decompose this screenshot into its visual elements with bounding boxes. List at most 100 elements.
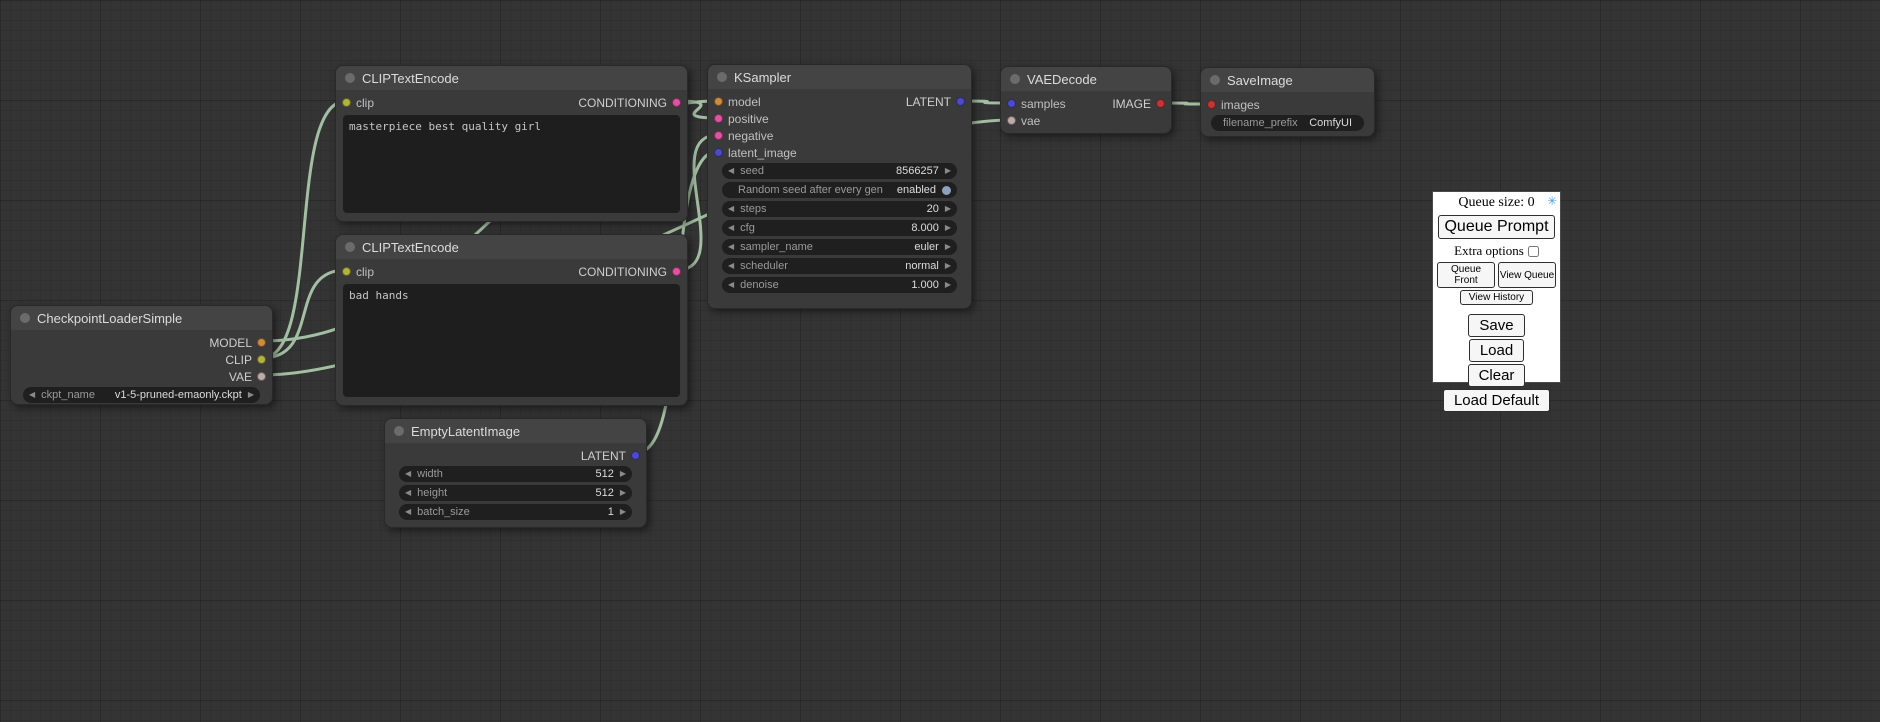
output-label-conditioning: CONDITIONING <box>578 96 667 110</box>
next-value-icon[interactable]: ▶ <box>945 167 951 175</box>
next-value-icon[interactable]: ▶ <box>945 262 951 270</box>
node-title-bar[interactable]: CLIPTextEncode <box>336 235 687 259</box>
node-ksampler[interactable]: KSampler model LATENT positive <box>707 64 972 309</box>
node-title-bar[interactable]: KSampler <box>708 65 971 89</box>
node-collapse-icon[interactable] <box>717 72 727 82</box>
widget-label: filename_prefix <box>1217 117 1298 129</box>
input-socket-positive[interactable] <box>714 114 723 123</box>
node-title-bar[interactable]: SaveImage <box>1201 68 1374 92</box>
output-socket-latent[interactable] <box>631 451 640 460</box>
widget-steps[interactable]: ◀ steps 20 ▶ <box>722 201 957 217</box>
clear-button[interactable]: Clear <box>1468 364 1526 387</box>
prompt-text-positive[interactable]: masterpiece best quality girl <box>343 115 680 213</box>
node-vaedecode[interactable]: VAEDecode samples IMAGE vae <box>1000 66 1172 134</box>
next-value-icon[interactable]: ▶ <box>945 243 951 251</box>
node-collapse-icon[interactable] <box>1010 74 1020 84</box>
widget-label: width <box>411 468 443 480</box>
input-label-vae: vae <box>1021 114 1040 128</box>
node-emptylatentimage[interactable]: EmptyLatentImage LATENT ◀ width 512 ▶ ◀ … <box>384 418 647 528</box>
widget-value: v1-5-pruned-emaonly.ckpt <box>115 389 248 401</box>
queue-size-label: Queue size: 0 <box>1458 195 1534 210</box>
input-socket-vae[interactable] <box>1007 116 1016 125</box>
input-socket-model[interactable] <box>714 97 723 106</box>
input-socket-latent-image[interactable] <box>714 148 723 157</box>
node-title: SaveImage <box>1227 73 1293 88</box>
widget-filename-prefix[interactable]: filename_prefix ComfyUI <box>1211 115 1364 131</box>
node-saveimage[interactable]: SaveImage images filename_prefix ComfyUI <box>1200 67 1375 137</box>
node-title-bar[interactable]: CheckpointLoaderSimple <box>11 306 272 330</box>
node-collapse-icon[interactable] <box>20 313 30 323</box>
output-socket-model[interactable] <box>257 338 266 347</box>
queue-front-button[interactable]: Queue Front <box>1437 262 1495 288</box>
output-socket-vae[interactable] <box>257 372 266 381</box>
input-socket-clip[interactable] <box>342 98 351 107</box>
node-checkpointloadersimple[interactable]: CheckpointLoaderSimple MODEL CLIP VAE <box>10 305 273 405</box>
node-title-bar[interactable]: EmptyLatentImage <box>385 419 646 443</box>
widget-cfg[interactable]: ◀ cfg 8.000 ▶ <box>722 220 957 236</box>
widget-batch-size[interactable]: ◀ batch_size 1 ▶ <box>399 504 632 520</box>
view-history-button[interactable]: View History <box>1460 290 1533 305</box>
next-value-icon[interactable]: ▶ <box>945 281 951 289</box>
extra-options-label: Extra options <box>1454 243 1524 259</box>
input-label-model: model <box>728 95 761 109</box>
output-socket-conditioning[interactable] <box>672 98 681 107</box>
node-title: EmptyLatentImage <box>411 424 520 439</box>
next-value-icon[interactable]: ▶ <box>945 205 951 213</box>
widget-ckpt-name[interactable]: ◀ ckpt_name v1-5-pruned-emaonly.ckpt ▶ <box>23 387 260 403</box>
input-socket-samples[interactable] <box>1007 99 1016 108</box>
output-socket-latent[interactable] <box>956 97 965 106</box>
node-title: KSampler <box>734 70 791 85</box>
node-collapse-icon[interactable] <box>345 73 355 83</box>
output-label-clip: CLIP <box>225 353 252 367</box>
node-collapse-icon[interactable] <box>1210 75 1220 85</box>
node-cliptextencode-negative[interactable]: CLIPTextEncode clip CONDITIONING bad han… <box>335 234 688 406</box>
output-socket-conditioning[interactable] <box>672 267 681 276</box>
widget-random-seed-toggle[interactable]: Random seed after every gen enabled <box>722 182 957 198</box>
widget-sampler-name[interactable]: ◀ sampler_name euler ▶ <box>722 239 957 255</box>
view-queue-button[interactable]: View Queue <box>1498 262 1556 288</box>
widget-label: steps <box>734 203 766 215</box>
next-value-icon[interactable]: ▶ <box>620 489 626 497</box>
output-socket-clip[interactable] <box>257 355 266 364</box>
node-collapse-icon[interactable] <box>345 242 355 252</box>
widget-value: normal <box>905 260 945 272</box>
load-default-button[interactable]: Load Default <box>1443 389 1550 412</box>
queue-prompt-button[interactable]: Queue Prompt <box>1438 215 1555 239</box>
input-label-images: images <box>1221 98 1260 112</box>
widget-value: 512 <box>595 487 619 499</box>
next-value-icon[interactable]: ▶ <box>945 224 951 232</box>
widget-value: 8.000 <box>911 222 945 234</box>
input-socket-negative[interactable] <box>714 131 723 140</box>
widget-height[interactable]: ◀ height 512 ▶ <box>399 485 632 501</box>
output-label-latent: LATENT <box>581 449 626 463</box>
load-button[interactable]: Load <box>1469 339 1524 362</box>
widget-label: denoise <box>734 279 779 291</box>
widget-label: height <box>411 487 447 499</box>
widget-width[interactable]: ◀ width 512 ▶ <box>399 466 632 482</box>
next-value-icon[interactable]: ▶ <box>620 508 626 516</box>
widget-value: 1 <box>608 506 620 518</box>
output-socket-image[interactable] <box>1156 99 1165 108</box>
toggle-value: enabled <box>897 184 942 196</box>
node-graph-canvas[interactable]: CheckpointLoaderSimple MODEL CLIP VAE <box>0 0 1880 722</box>
extra-options-checkbox[interactable] <box>1528 246 1539 257</box>
node-collapse-icon[interactable] <box>394 426 404 436</box>
prompt-text-negative[interactable]: bad hands <box>343 284 680 397</box>
widget-scheduler[interactable]: ◀ scheduler normal ▶ <box>722 258 957 274</box>
widget-seed[interactable]: ◀ seed 8566257 ▶ <box>722 163 957 179</box>
input-socket-images[interactable] <box>1207 100 1216 109</box>
input-socket-clip[interactable] <box>342 267 351 276</box>
save-button[interactable]: Save <box>1468 314 1524 337</box>
widget-value: euler <box>914 241 944 253</box>
node-title: CLIPTextEncode <box>362 71 459 86</box>
node-cliptextencode-positive[interactable]: CLIPTextEncode clip CONDITIONING masterp… <box>335 65 688 222</box>
next-value-icon[interactable]: ▶ <box>620 470 626 478</box>
widget-value: 8566257 <box>896 165 945 177</box>
node-title-bar[interactable]: VAEDecode <box>1001 67 1171 91</box>
settings-icon[interactable]: ✳ <box>1547 194 1557 208</box>
widget-value: ComfyUI <box>1309 117 1358 129</box>
node-title-bar[interactable]: CLIPTextEncode <box>336 66 687 90</box>
widget-denoise[interactable]: ◀ denoise 1.000 ▶ <box>722 277 957 293</box>
toggle-dot-icon[interactable] <box>942 186 951 195</box>
next-value-icon[interactable]: ▶ <box>248 391 254 399</box>
